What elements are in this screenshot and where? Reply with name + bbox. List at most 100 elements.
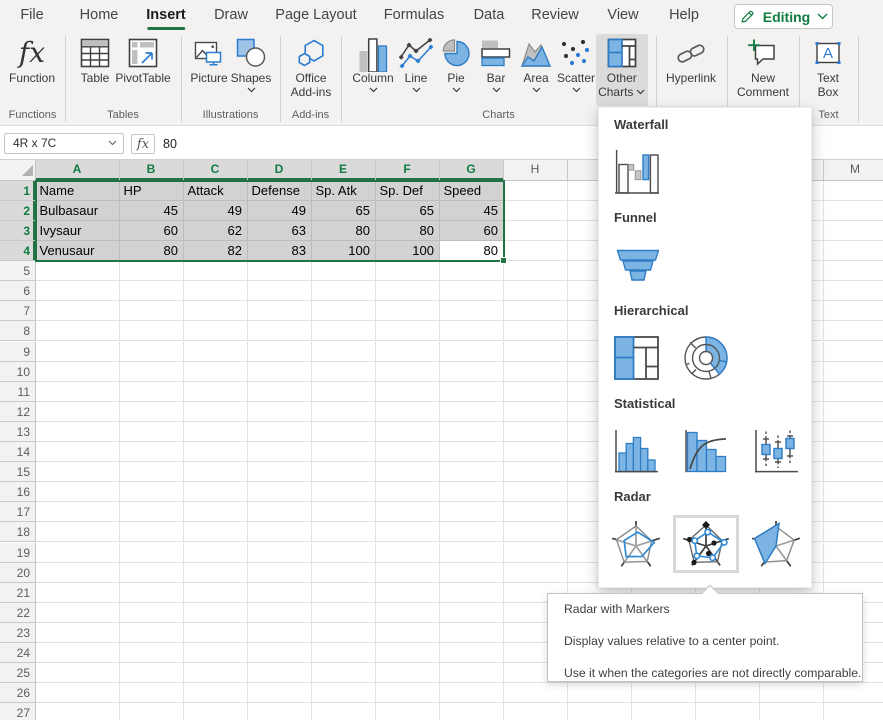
cell-M3[interactable] <box>824 221 883 241</box>
cell-B3[interactable]: 60 <box>120 221 184 241</box>
cell-G21[interactable] <box>440 583 504 603</box>
cell-G16[interactable] <box>440 482 504 502</box>
cell-C1[interactable]: Attack <box>184 181 248 201</box>
cell-B13[interactable] <box>120 422 184 442</box>
sunburst-chart-option[interactable] <box>673 329 739 387</box>
cell-H11[interactable] <box>504 382 568 402</box>
cell-M20[interactable] <box>824 563 883 583</box>
cell-B23[interactable] <box>120 623 184 643</box>
cell-C18[interactable] <box>184 522 248 542</box>
cell-M17[interactable] <box>824 502 883 522</box>
cell-M10[interactable] <box>824 362 883 382</box>
column-header-G[interactable]: G <box>440 160 504 181</box>
cell-G2[interactable]: 45 <box>440 201 504 221</box>
cell-H15[interactable] <box>504 462 568 482</box>
cell-C27[interactable] <box>184 703 248 720</box>
cell-A13[interactable] <box>36 422 120 442</box>
cell-H4[interactable] <box>504 241 568 261</box>
cell-G4[interactable]: 80 <box>440 241 504 261</box>
cell-D27[interactable] <box>248 703 312 720</box>
cell-A7[interactable] <box>36 301 120 321</box>
cell-B15[interactable] <box>120 462 184 482</box>
cell-C24[interactable] <box>184 643 248 663</box>
column-header-C[interactable]: C <box>184 160 248 181</box>
cell-J26[interactable] <box>632 683 696 703</box>
cell-F14[interactable] <box>376 442 440 462</box>
cell-M7[interactable] <box>824 301 883 321</box>
cell-C19[interactable] <box>184 543 248 563</box>
cell-E1[interactable]: Sp. Atk <box>312 181 376 201</box>
cell-H5[interactable] <box>504 261 568 281</box>
cell-D11[interactable] <box>248 382 312 402</box>
cell-F9[interactable] <box>376 342 440 362</box>
cell-C22[interactable] <box>184 603 248 623</box>
cell-F13[interactable] <box>376 422 440 442</box>
cell-C3[interactable]: 62 <box>184 221 248 241</box>
cell-C9[interactable] <box>184 342 248 362</box>
cell-A26[interactable] <box>36 683 120 703</box>
cell-C20[interactable] <box>184 563 248 583</box>
cell-J27[interactable] <box>632 703 696 720</box>
cell-D4[interactable]: 83 <box>248 241 312 261</box>
cell-A23[interactable] <box>36 623 120 643</box>
cell-M26[interactable] <box>824 683 883 703</box>
row-header-21[interactable]: 21 <box>0 583 36 603</box>
row-header-14[interactable]: 14 <box>0 442 36 462</box>
cell-B4[interactable]: 80 <box>120 241 184 261</box>
cell-E13[interactable] <box>312 422 376 442</box>
cell-E2[interactable]: 65 <box>312 201 376 221</box>
cell-E22[interactable] <box>312 603 376 623</box>
cell-E4[interactable]: 100 <box>312 241 376 261</box>
insert-function-button[interactable]: fx <box>131 134 155 154</box>
cell-M8[interactable] <box>824 321 883 341</box>
cell-B11[interactable] <box>120 382 184 402</box>
cell-E9[interactable] <box>312 342 376 362</box>
cell-E20[interactable] <box>312 563 376 583</box>
cell-D6[interactable] <box>248 281 312 301</box>
cell-B24[interactable] <box>120 643 184 663</box>
cell-E7[interactable] <box>312 301 376 321</box>
cell-E26[interactable] <box>312 683 376 703</box>
cell-M9[interactable] <box>824 342 883 362</box>
cell-A22[interactable] <box>36 603 120 623</box>
ribbon-tab-formulas[interactable]: Formulas <box>384 0 444 30</box>
cell-B5[interactable] <box>120 261 184 281</box>
cell-M11[interactable] <box>824 382 883 402</box>
waterfall-chart-option[interactable] <box>603 143 669 201</box>
cell-E24[interactable] <box>312 643 376 663</box>
cell-D5[interactable] <box>248 261 312 281</box>
cell-H2[interactable] <box>504 201 568 221</box>
cell-F21[interactable] <box>376 583 440 603</box>
cell-F23[interactable] <box>376 623 440 643</box>
cell-B1[interactable]: HP <box>120 181 184 201</box>
cell-D23[interactable] <box>248 623 312 643</box>
cell-E11[interactable] <box>312 382 376 402</box>
cell-B16[interactable] <box>120 482 184 502</box>
cell-B18[interactable] <box>120 522 184 542</box>
cell-A5[interactable] <box>36 261 120 281</box>
cell-D10[interactable] <box>248 362 312 382</box>
cell-G27[interactable] <box>440 703 504 720</box>
ribbon-tab-data[interactable]: Data <box>474 0 505 30</box>
cell-H17[interactable] <box>504 502 568 522</box>
cell-L27[interactable] <box>760 703 824 720</box>
cell-M4[interactable] <box>824 241 883 261</box>
cell-D7[interactable] <box>248 301 312 321</box>
cell-C12[interactable] <box>184 402 248 422</box>
cell-G22[interactable] <box>440 603 504 623</box>
cell-M13[interactable] <box>824 422 883 442</box>
cell-M2[interactable] <box>824 201 883 221</box>
ribbon-tab-home[interactable]: Home <box>80 0 119 30</box>
row-header-13[interactable]: 13 <box>0 422 36 442</box>
cell-E27[interactable] <box>312 703 376 720</box>
cell-C15[interactable] <box>184 462 248 482</box>
cell-D18[interactable] <box>248 522 312 542</box>
cell-A20[interactable] <box>36 563 120 583</box>
column-button[interactable]: Column <box>347 34 399 106</box>
cell-F2[interactable]: 65 <box>376 201 440 221</box>
cell-F18[interactable] <box>376 522 440 542</box>
cell-G10[interactable] <box>440 362 504 382</box>
cell-G15[interactable] <box>440 462 504 482</box>
cell-H9[interactable] <box>504 342 568 362</box>
cell-K27[interactable] <box>696 703 760 720</box>
